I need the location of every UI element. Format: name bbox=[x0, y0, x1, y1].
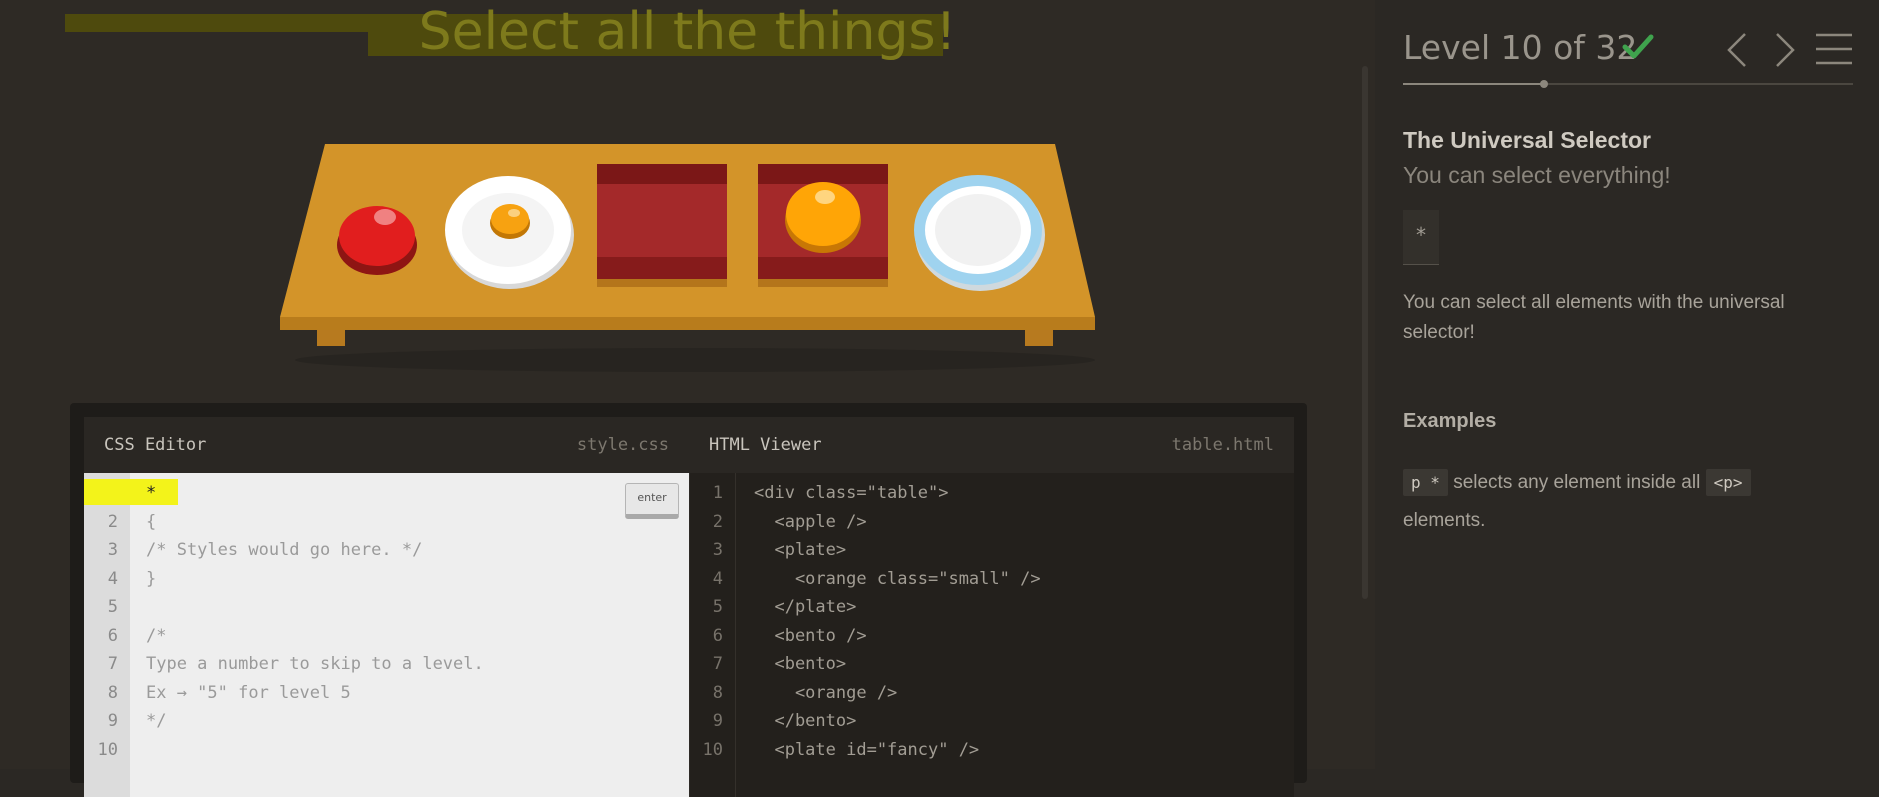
line-number: 2 bbox=[712, 511, 723, 532]
line-number: 2 bbox=[107, 511, 118, 532]
progress-knob[interactable] bbox=[1539, 80, 1548, 88]
css-editor-filename: style.css bbox=[576, 435, 669, 455]
line-number: 6 bbox=[712, 625, 723, 646]
checkmark-icon bbox=[1622, 34, 1654, 59]
markup-line[interactable]: </bento> bbox=[754, 707, 1041, 736]
html-viewer-title: HTML Viewer bbox=[709, 435, 822, 455]
line-number: 4 bbox=[107, 568, 118, 589]
bento[interactable] bbox=[597, 164, 727, 287]
markup-line[interactable]: <bento /> bbox=[754, 622, 1041, 651]
line-numbers: 12345678910 bbox=[84, 473, 130, 797]
line-number: 10 bbox=[702, 739, 723, 760]
css-editor-pane: CSS Editor style.css 12345678910 * {/* S… bbox=[84, 417, 689, 797]
selector-name: The Universal Selector bbox=[1403, 127, 1651, 153]
markup-line[interactable]: <apple /> bbox=[754, 508, 1041, 537]
chevron-left-icon[interactable] bbox=[1725, 30, 1749, 70]
game-title: Select all the things! bbox=[418, 2, 957, 62]
editor: CSS Editor style.css 1 2 3 4 5 6 7 8 9 10 * { /* S… bbox=[70, 403, 1307, 797]
example-suffix: elements. bbox=[1403, 510, 1486, 531]
level-indicator: Level 10 of 32 bbox=[1403, 28, 1638, 67]
markup-line[interactable]: <plate id="fancy" /> bbox=[754, 736, 1041, 765]
code-line: { bbox=[146, 511, 157, 532]
hamburger-menu-icon[interactable] bbox=[1815, 32, 1853, 66]
markup-line[interactable]: <orange class="small" /> bbox=[754, 565, 1041, 594]
line-number: 9 bbox=[712, 711, 723, 731]
code-line: Ex → "5" for level 5 bbox=[146, 682, 351, 703]
line-number: 6 bbox=[107, 625, 118, 646]
code-line: /* bbox=[146, 625, 167, 646]
enter-button[interactable]: enter bbox=[625, 483, 679, 519]
scrollbar[interactable] bbox=[1362, 66, 1368, 599]
markup-line[interactable]: <orange /> bbox=[754, 679, 1041, 708]
example-tag: <p> bbox=[1705, 469, 1751, 496]
line-number: 10 bbox=[97, 739, 118, 760]
line-number: 1 bbox=[712, 483, 723, 503]
line-number: 7 bbox=[107, 654, 118, 674]
line-number: 8 bbox=[712, 682, 723, 703]
html-viewer-pane: HTML Viewer table.html 1 2 3 4 5 6 7 8 9 10 <div … bbox=[689, 417, 1294, 797]
html-viewer-header: HTML Viewer table.html bbox=[689, 417, 1294, 473]
line-number: 5 bbox=[712, 597, 723, 617]
css-editor-body[interactable]: 12345678910 * {/* Styles would go here. … bbox=[84, 473, 689, 797]
html-viewer-body: 1 2 3 4 5 6 7 8 9 10 <div class="table"> <apple /… bbox=[689, 473, 1294, 797]
bento-with-orange[interactable] bbox=[758, 164, 888, 287]
line-number: 7 bbox=[712, 654, 723, 674]
level-progress-bar[interactable] bbox=[1403, 80, 1853, 88]
example-code: p * bbox=[1403, 469, 1448, 496]
line-number: 9 bbox=[107, 711, 118, 731]
chevron-right-icon[interactable] bbox=[1773, 30, 1797, 70]
example-text: selects any element inside all bbox=[1453, 472, 1701, 493]
line-numbers: 1 2 3 4 5 6 7 8 9 10 bbox=[690, 473, 736, 797]
examples-title: Examples bbox=[1403, 410, 1497, 432]
markup-line[interactable]: <div class="table"> bbox=[754, 479, 1041, 508]
game-area: Select all the things! CSS Editor style.… bbox=[0, 0, 1375, 797]
markup-line[interactable]: <plate> bbox=[754, 536, 1041, 565]
css-code[interactable]: * { /* Styles would go here. */} /* Type a … bbox=[146, 479, 484, 764]
line-number: 5 bbox=[107, 597, 118, 617]
markup-line[interactable]: </plate> bbox=[754, 593, 1041, 622]
sidebar: Level 10 of 32 The Universal Selector Yo… bbox=[1375, 0, 1879, 769]
markup-line[interactable]: <bento> bbox=[754, 650, 1041, 679]
line-number: 8 bbox=[107, 682, 118, 703]
selector-syntax: * bbox=[1403, 210, 1439, 265]
html-viewer-filename: table.html bbox=[1171, 435, 1274, 455]
progress-fill bbox=[1403, 83, 1544, 85]
apple[interactable] bbox=[337, 206, 417, 275]
selector-description: You can select all elements with the uni… bbox=[1403, 292, 1785, 343]
table bbox=[280, 144, 1095, 372]
line-number: 3 bbox=[712, 540, 723, 560]
css-selector-input[interactable]: * bbox=[146, 479, 484, 508]
css-editor-header: CSS Editor style.css bbox=[84, 417, 689, 473]
code-line: } bbox=[146, 568, 157, 589]
title-area: Select all the things! bbox=[0, 0, 1375, 70]
selector-tagline: You can select everything! bbox=[1403, 162, 1671, 188]
css-editor-title: CSS Editor bbox=[104, 435, 207, 455]
code-line: /* Styles would go here. */ bbox=[146, 540, 423, 560]
code-line: Type a number to skip to a level. bbox=[146, 654, 484, 674]
line-number: 3 bbox=[107, 540, 118, 560]
code-line: */ bbox=[146, 711, 167, 731]
line-number: 4 bbox=[712, 568, 723, 589]
example-item: p * selects any element inside all <p> e… bbox=[1403, 464, 1853, 540]
html-code: <div class="table"> <apple /> <plate> <o… bbox=[754, 479, 1041, 764]
